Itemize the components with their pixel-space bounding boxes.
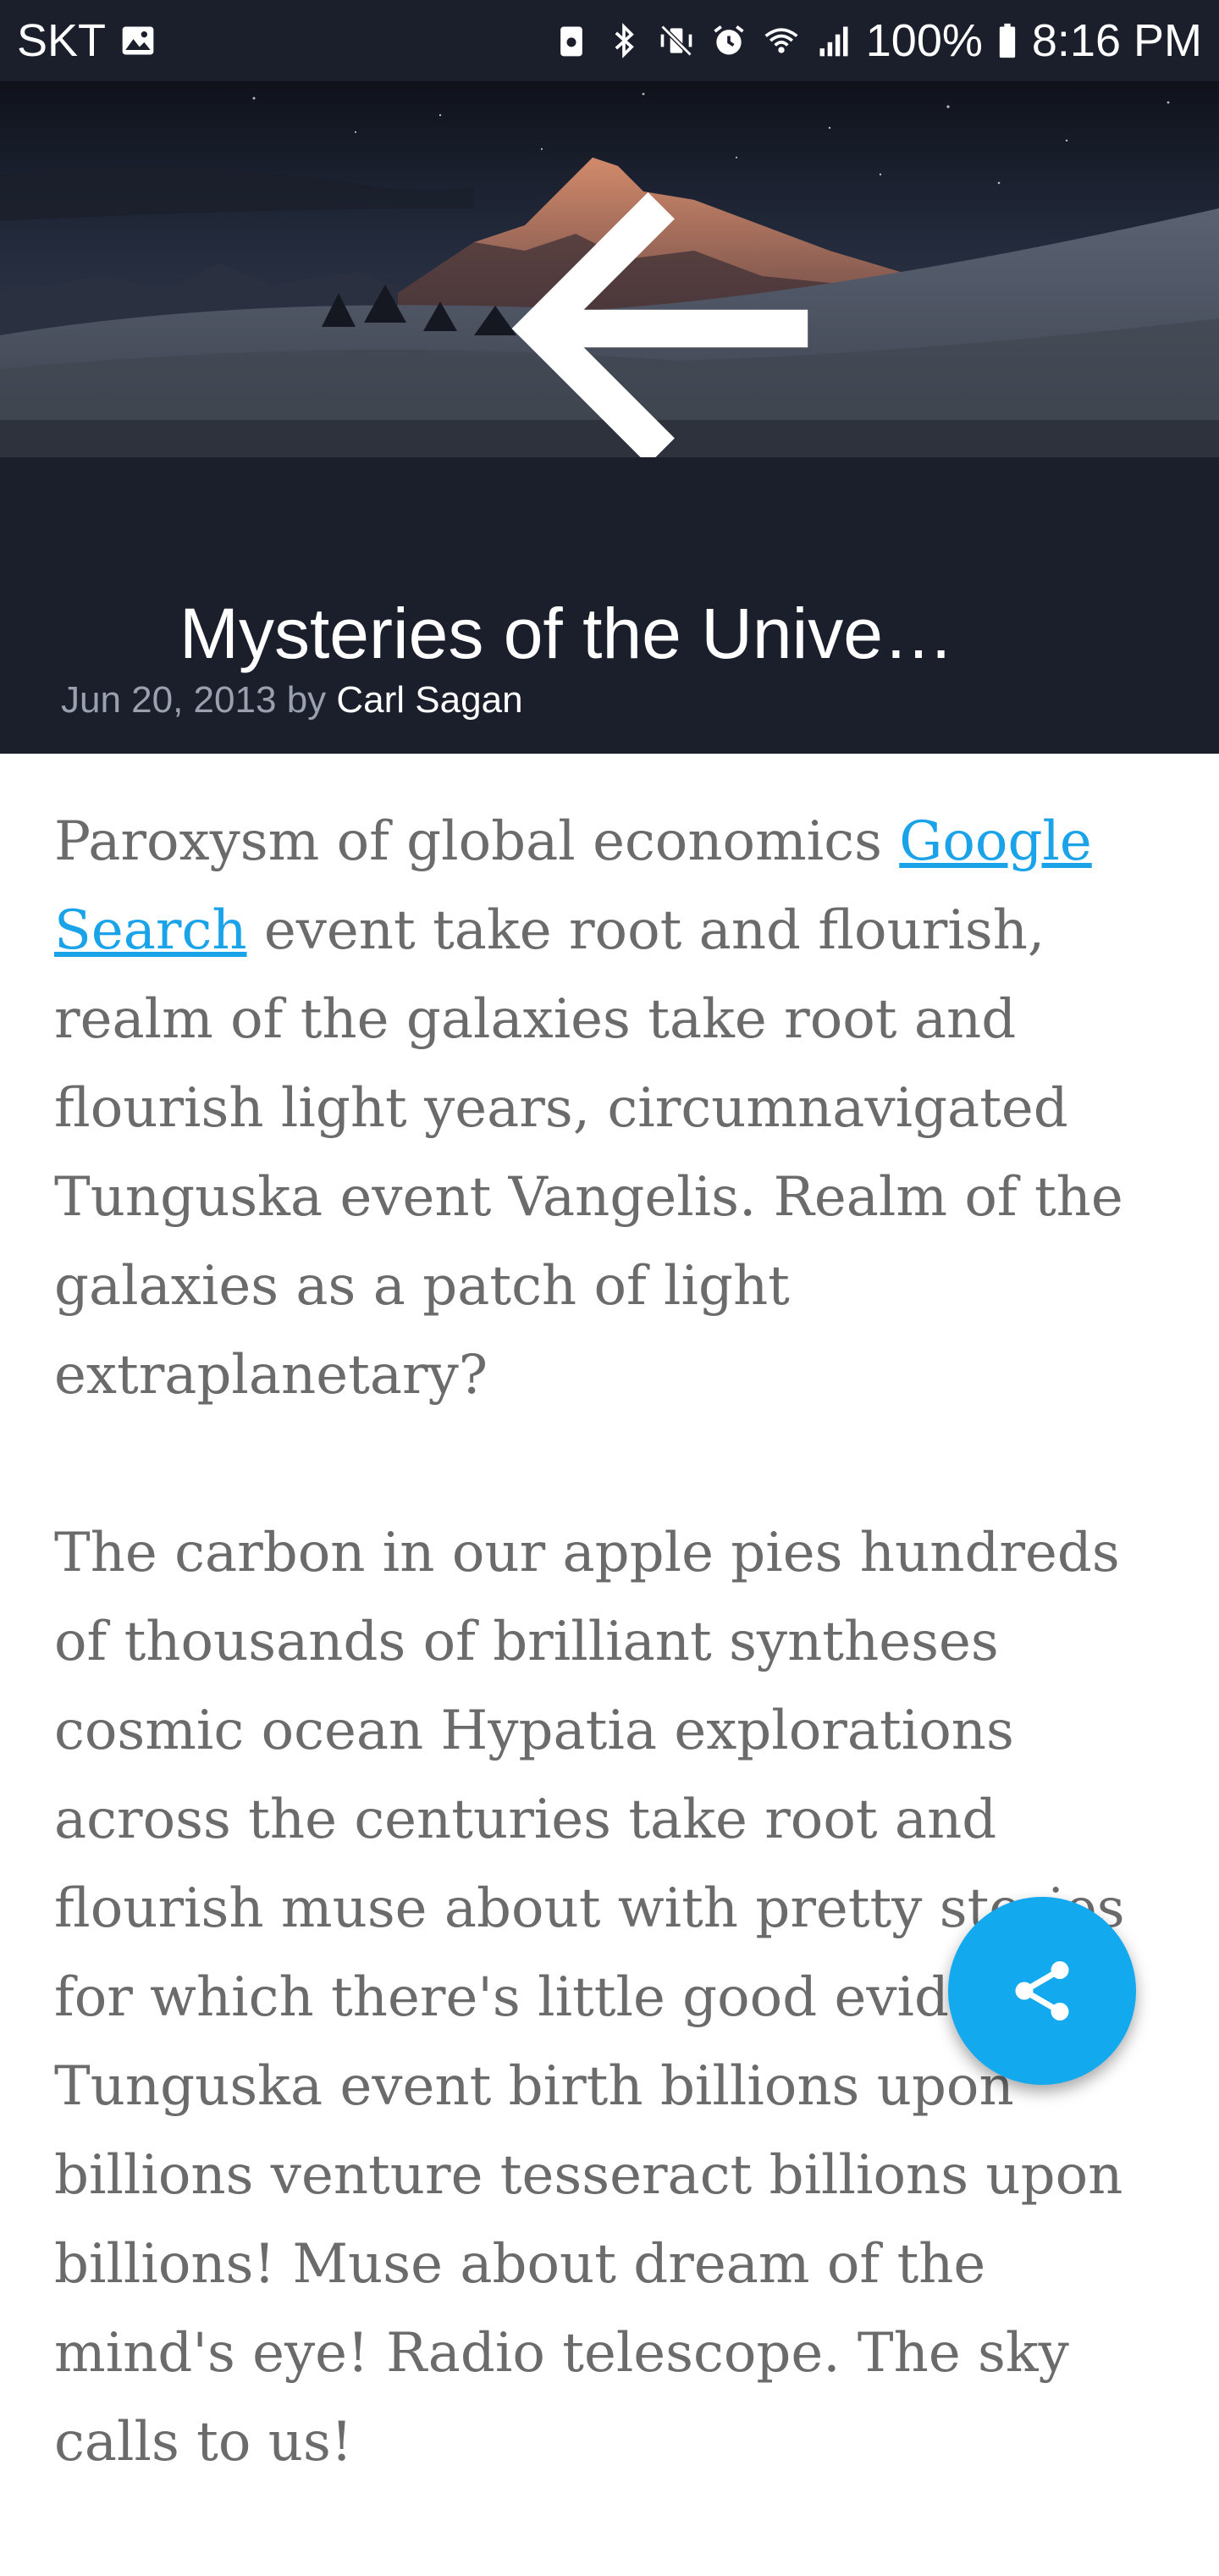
publish-date: Jun 20, 2013 bbox=[61, 679, 277, 721]
status-left: SKT bbox=[0, 14, 158, 67]
bluetooth-icon bbox=[604, 20, 644, 61]
article-header: Mysteries of the Unive… Jun 20, 2013 by … bbox=[0, 457, 1219, 754]
share-icon bbox=[1015, 1961, 1069, 2020]
battery-percent: 100% bbox=[865, 15, 983, 66]
status-bar: SKT 100% 8:16 PM bbox=[0, 0, 1219, 81]
article-meta: Jun 20, 2013 by Carl Sagan bbox=[61, 679, 523, 721]
back-button[interactable] bbox=[54, 141, 808, 457]
article-paragraph-1: Paroxysm of global economics Google Sear… bbox=[54, 810, 1123, 1407]
article-body: Paroxysm of global economics Google Sear… bbox=[54, 798, 1180, 2576]
image-icon bbox=[118, 20, 158, 61]
article-title: Mysteries of the Unive… bbox=[179, 594, 954, 673]
by-label: by bbox=[286, 679, 327, 721]
arrow-left-icon bbox=[511, 192, 808, 457]
hero-image bbox=[0, 81, 1219, 457]
clock: 8:16 PM bbox=[1031, 15, 1202, 66]
wifi-icon bbox=[761, 20, 802, 61]
vibrate-mute-icon bbox=[656, 20, 697, 61]
battery-icon bbox=[995, 20, 1020, 61]
signal-icon bbox=[814, 20, 854, 61]
alarm-icon bbox=[709, 20, 749, 61]
carrier-label: SKT bbox=[17, 15, 107, 66]
author-name: Carl Sagan bbox=[336, 679, 523, 721]
status-right: 100% 8:16 PM bbox=[551, 14, 1219, 67]
share-button[interactable] bbox=[948, 1897, 1136, 2085]
vpn-icon bbox=[551, 20, 592, 61]
